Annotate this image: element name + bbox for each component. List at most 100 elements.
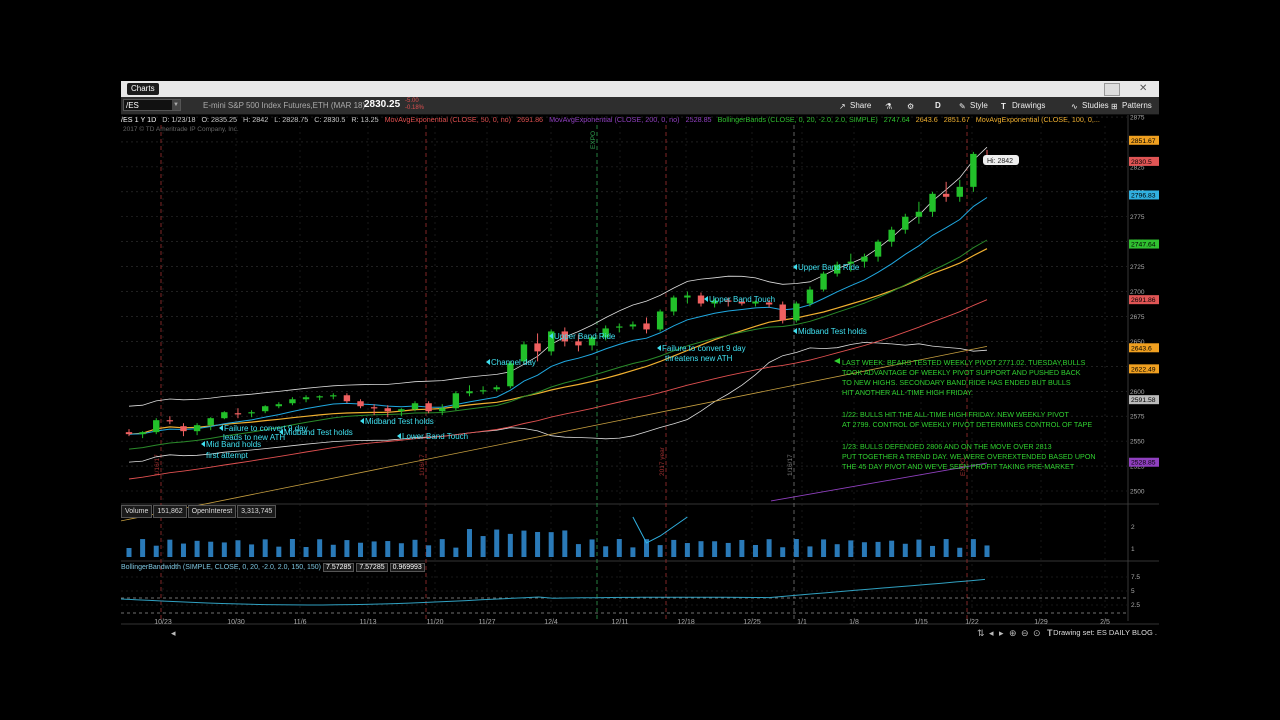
- commentary-line: TOOK ADVANTAGE OF WEEKLY PIVOT SUPPORT A…: [842, 368, 1081, 377]
- volume-bar: [126, 548, 132, 557]
- annotation-label: Mid Band holds: [206, 440, 261, 449]
- annotation-label: Upper Band Ride: [554, 332, 616, 341]
- candle-body: [439, 408, 446, 412]
- annotation-arrow: [279, 429, 283, 435]
- candle-body: [316, 396, 323, 398]
- bollinger-mid: [128, 248, 988, 435]
- candle-body: [357, 401, 364, 407]
- studies-button[interactable]: ∿ Studies: [1071, 99, 1109, 112]
- ema9-line: [128, 197, 988, 435]
- charts-window: Charts ✕ /ES ▼ E-mini S&P 500 Index Futu…: [121, 81, 1159, 641]
- symbol-description: E-mini S&P 500 Index Futures,ETH (MAR 18…: [203, 101, 366, 110]
- charts-tab[interactable]: Charts: [127, 83, 159, 95]
- volume-bar: [889, 540, 895, 557]
- candle-body: [970, 153, 977, 187]
- candle-body: [302, 397, 310, 400]
- drawing-set-label[interactable]: Drawing set: ES DAILY BLOG .: [1053, 628, 1157, 637]
- copyright-text: 2017 © TD Ameritrade IP Company, Inc.: [123, 126, 239, 133]
- style-button[interactable]: ✎ Style: [959, 99, 988, 112]
- price-tick-label: 2775: [1130, 214, 1145, 221]
- close-icon[interactable]: ✕: [1139, 83, 1151, 94]
- candle-body: [384, 408, 391, 412]
- candle-body: [616, 326, 623, 328]
- bandwidth-value-2: 7.57285: [356, 563, 388, 572]
- flask-button[interactable]: ⚗: [885, 99, 896, 112]
- commentary-line: THE 45 DAY PIVOT AND WE'VE SEEN PROFIT T…: [842, 462, 1075, 471]
- bandwidth-pane: 7.5 5 2.5: [121, 574, 1140, 614]
- bb-value-upper: 2851.67: [943, 115, 970, 124]
- candle-body: [466, 391, 473, 394]
- settings-button[interactable]: ⚙: [907, 99, 918, 112]
- symbol-dropdown-icon[interactable]: ▼: [172, 100, 180, 110]
- annotation-arrow: [219, 425, 223, 431]
- patterns-button[interactable]: ⊞ Patterns: [1111, 99, 1152, 112]
- volume-label[interactable]: Volume: [121, 505, 153, 518]
- drawing-tool-icon[interactable]: T: [1047, 628, 1053, 638]
- zoom-in-icon[interactable]: ⊕: [1009, 628, 1017, 639]
- candle-body: [261, 406, 269, 412]
- maximize-icon[interactable]: [1104, 83, 1120, 96]
- event-marker-label: 1/16/17: [154, 454, 161, 476]
- bandwidth-line: [121, 578, 986, 606]
- candle-body: [847, 261, 855, 264]
- volume-tick-label: 2: [1131, 524, 1135, 531]
- commentary-arrow: [834, 358, 840, 364]
- volume-bar: [698, 541, 704, 557]
- scroll-icon[interactable]: ⇅: [977, 628, 985, 639]
- candle-body: [452, 393, 460, 409]
- ema50-label[interactable]: MovAvgExponential (CLOSE, 50, 0, no): [385, 115, 512, 124]
- zoom-out-icon[interactable]: ⊖: [1021, 628, 1029, 639]
- volume-bar: [766, 539, 772, 557]
- annotation-label: Channel day: [491, 358, 536, 367]
- candle-body: [575, 341, 582, 346]
- drawings-button[interactable]: T Drawings: [1001, 99, 1045, 112]
- annotation-label: Lower Band Touch: [402, 432, 468, 441]
- annotation-label: threatens new ATH: [665, 354, 733, 363]
- candle-body: [806, 289, 814, 304]
- bandwidth-value-1: 7.57285: [323, 563, 355, 572]
- event-marker-label: 1/16/17: [787, 454, 794, 476]
- price-chart[interactable]: 1/16/17 1/16/17 EXPO 2017 year 1/16/17 EXPO 2…: [121, 81, 1159, 641]
- bandwidth-header: BollingerBandwidth (SIMPLE, CLOSE, 0, 20…: [121, 562, 425, 573]
- volume-bar: [480, 536, 486, 557]
- volume-bar: [317, 539, 323, 557]
- aggregation-button[interactable]: D: [935, 99, 941, 112]
- share-button[interactable]: ↗ Share: [839, 99, 871, 112]
- candle-body: [656, 311, 664, 330]
- annotation-arrow: [793, 264, 797, 270]
- candle-body: [711, 300, 718, 304]
- price-label-text: 2643.6: [1131, 345, 1152, 352]
- candle-body: [547, 331, 555, 352]
- bandwidth-label[interactable]: BollingerBandwidth (SIMPLE, CLOSE, 0, 20…: [121, 564, 321, 571]
- last-price: 2830.25: [364, 99, 401, 110]
- candle-body: [820, 273, 827, 290]
- gear-icon: ⚙: [907, 102, 915, 111]
- zoom-reset-icon[interactable]: ⊙: [1033, 628, 1041, 639]
- ema200-label[interactable]: MovAvgExponential (CLOSE, 200, 0, no): [549, 115, 680, 124]
- commentary-line: LAST WEEK: BEARS TESTED WEEKLY PIVOT 277…: [842, 358, 1086, 367]
- open-interest-label[interactable]: OpenInterest: [187, 505, 237, 518]
- price-label-text: 2691.86: [1131, 297, 1156, 304]
- candle-body: [915, 211, 923, 217]
- volume-bar: [439, 539, 445, 557]
- ema100-label[interactable]: MovAvgExponential (CLOSE, 100, 0,...: [976, 115, 1100, 124]
- candle-body: [153, 420, 160, 433]
- candle-body: [902, 216, 909, 230]
- annotation-arrow: [657, 345, 661, 351]
- price-tick-label: 2725: [1130, 264, 1145, 271]
- volume-bar: [793, 539, 799, 557]
- volume-bar: [848, 540, 854, 557]
- scroll-back-icon[interactable]: ◂: [989, 628, 994, 639]
- annotation-arrow: [486, 359, 490, 365]
- style-icon: ✎: [959, 102, 966, 111]
- ohlc-symbol: /ES 1 Y 1D: [121, 115, 157, 124]
- bb-value-mid: 2643.6: [915, 115, 938, 124]
- candle-body: [520, 344, 528, 362]
- volume-bar: [671, 539, 677, 557]
- scroll-forward-icon[interactable]: ▸: [999, 628, 1004, 639]
- annotation-arrow: [360, 418, 364, 424]
- volume-bar: [140, 539, 146, 557]
- scroll-left-icon[interactable]: ◂: [171, 628, 176, 639]
- price-label-text: 2851.67: [1131, 138, 1156, 145]
- bb-label[interactable]: BollingerBands (CLOSE, 0, 20, -2.0, 2.0,…: [718, 115, 878, 124]
